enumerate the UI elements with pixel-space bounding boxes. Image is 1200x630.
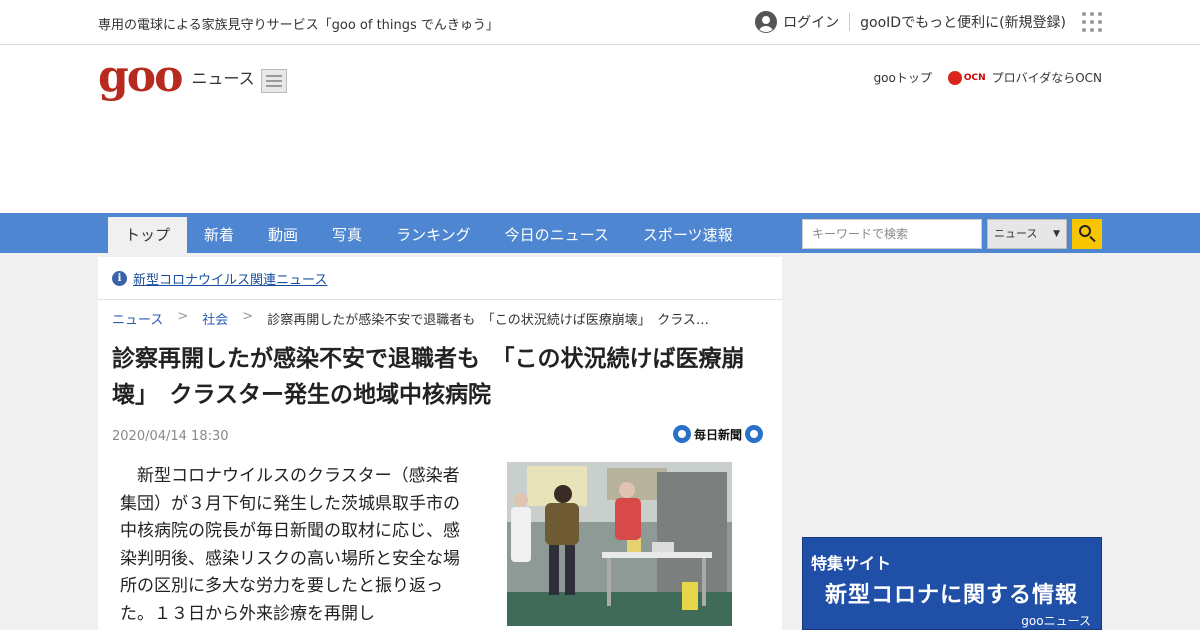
account-area: ログイン gooIDでもっと便利に(新規登録) bbox=[755, 10, 1102, 34]
tab-new[interactable]: 新着 bbox=[187, 217, 251, 253]
search-input[interactable] bbox=[802, 219, 982, 249]
apps-grid-icon[interactable] bbox=[1082, 12, 1102, 32]
article-date: 2020/04/14 18:30 bbox=[112, 429, 229, 444]
search-icon bbox=[1079, 225, 1091, 237]
promo-link[interactable]: 専用の電球による家族見守りサービス「goo of things でんきゅう」 bbox=[98, 14, 499, 33]
top-utility-bar: 専用の電球による家族見守りサービス「goo of things でんきゅう」 ロ… bbox=[0, 0, 1200, 45]
search-button[interactable] bbox=[1072, 219, 1102, 249]
breadcrumb: ニュース > 社会 > 診察再開したが感染不安で退職者も 「この状況続けば医療崩… bbox=[112, 309, 762, 328]
nav-tabs: トップ 新着 動画 写真 ランキング 今日のニュース スポーツ速報 bbox=[108, 217, 750, 253]
covid-info-banner[interactable]: 特集サイト 新型コロナに関する情報 gooニュース bbox=[802, 537, 1102, 630]
site-header: goo ニュース gooトップ OCN プロバイダならOCN bbox=[0, 45, 1200, 213]
section-name: ニュース bbox=[191, 69, 255, 88]
ocn-badge-text: OCN bbox=[963, 72, 986, 83]
goo-logo: goo bbox=[98, 51, 183, 102]
register-link[interactable]: gooIDでもっと便利に(新規登録) bbox=[860, 12, 1066, 32]
search-scope-select[interactable]: ニュース ▼ bbox=[987, 219, 1067, 249]
tab-ranking[interactable]: ランキング bbox=[379, 217, 488, 253]
mainichi-mark-icon bbox=[745, 425, 763, 443]
photo-illustration bbox=[507, 462, 732, 626]
ocn-logo-icon: OCN bbox=[947, 70, 986, 85]
user-icon[interactable] bbox=[755, 11, 778, 33]
source-logo[interactable]: 毎日新聞 bbox=[670, 425, 766, 443]
breadcrumb-news[interactable]: ニュース bbox=[112, 309, 163, 328]
breadcrumb-separator: > bbox=[242, 309, 254, 324]
mainichi-mark-icon bbox=[672, 425, 691, 443]
breadcrumb-society[interactable]: 社会 bbox=[202, 309, 228, 328]
notice-bar: i 新型コロナウイルス関連ニュース bbox=[98, 257, 782, 300]
article-card: i 新型コロナウイルス関連ニュース ニュース > 社会 > 診察再開したが感染不… bbox=[98, 257, 782, 630]
newspaper-icon bbox=[260, 69, 287, 93]
main-nav: トップ 新着 動画 写真 ランキング 今日のニュース スポーツ速報 ニュース ▼ bbox=[0, 213, 1200, 253]
caret-down-icon: ▼ bbox=[1053, 229, 1060, 239]
banner-title: 新型コロナに関する情報 bbox=[825, 583, 1079, 608]
tab-top[interactable]: トップ bbox=[108, 217, 188, 253]
tab-sports-live[interactable]: スポーツ速報 bbox=[626, 217, 750, 253]
article-title: 診察再開したが感染不安で退職者も 「この状況続けば医療崩壊」 クラスター発生の地… bbox=[112, 346, 745, 408]
goo-top-link[interactable]: gooトップ bbox=[874, 69, 932, 86]
breadcrumb-current: 診察再開したが感染不安で退職者も 「この状況続けば医療崩壊」 クラス… bbox=[267, 313, 709, 328]
header-links: gooトップ OCN プロバイダならOCN bbox=[874, 69, 1102, 86]
info-icon: i bbox=[112, 270, 127, 286]
tab-today-news[interactable]: 今日のニュース bbox=[488, 217, 626, 253]
tab-video[interactable]: 動画 bbox=[251, 217, 315, 253]
login-link[interactable]: ログイン bbox=[783, 12, 839, 32]
article-photo[interactable] bbox=[507, 462, 732, 626]
search-form: ニュース ▼ bbox=[802, 219, 1102, 249]
article-body: 新型コロナウイルスのクラスター（感染者集団）が３月下旬に発生した茨城県取手市の中… bbox=[120, 466, 460, 624]
breadcrumb-separator: > bbox=[177, 309, 189, 324]
covid-news-link[interactable]: 新型コロナウイルス関連ニュース bbox=[133, 269, 327, 288]
source-name: 毎日新聞 bbox=[693, 427, 742, 442]
goo-news-logo[interactable]: goo ニュース bbox=[98, 55, 287, 99]
divider bbox=[849, 13, 851, 31]
banner-footer: gooニュース bbox=[1021, 614, 1091, 628]
ocn-link[interactable]: プロバイダならOCN bbox=[992, 69, 1102, 86]
search-scope-value: ニュース bbox=[994, 227, 1038, 240]
banner-tag: 特集サイト bbox=[811, 554, 892, 573]
tab-photo[interactable]: 写真 bbox=[315, 217, 379, 253]
